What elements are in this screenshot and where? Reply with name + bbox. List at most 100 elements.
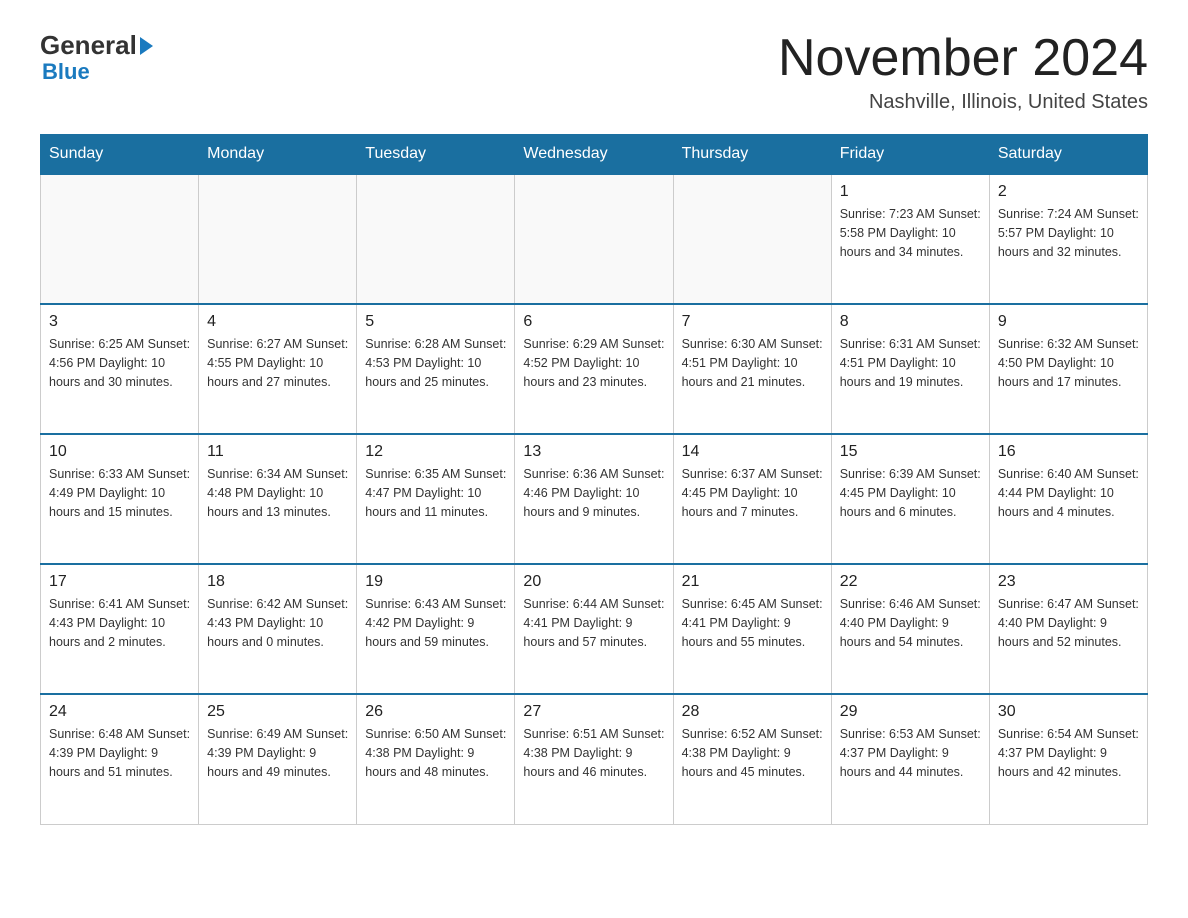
calendar-cell: 23 Sunrise: 6:47 AM Sunset: 4:40 PM Dayli… [989,564,1147,694]
day-number: 5 [365,313,506,331]
header-saturday: Saturday [989,135,1147,175]
calendar-cell: 20 Sunrise: 6:44 AM Sunset: 4:41 PM Dayli… [515,564,673,694]
day-number: 21 [682,573,823,591]
day-info: Sunrise: 6:44 AM Sunset: 4:41 PM Dayligh… [523,595,664,651]
day-number: 2 [998,183,1139,201]
calendar-week-1: 1 Sunrise: 7:23 AM Sunset: 5:58 PM Daylig… [41,174,1148,304]
logo-blue: Blue [42,59,90,85]
day-info: Sunrise: 6:25 AM Sunset: 4:56 PM Dayligh… [49,335,190,391]
calendar-cell [673,174,831,304]
day-info: Sunrise: 6:42 AM Sunset: 4:43 PM Dayligh… [207,595,348,651]
calendar-cell: 13 Sunrise: 6:36 AM Sunset: 4:46 PM Dayli… [515,434,673,564]
calendar-week-4: 17 Sunrise: 6:41 AM Sunset: 4:43 PM Dayli… [41,564,1148,694]
day-number: 20 [523,573,664,591]
day-info: Sunrise: 6:51 AM Sunset: 4:38 PM Dayligh… [523,725,664,781]
calendar-cell: 3Sunrise: 6:25 AM Sunset: 4:56 PM Daylig… [41,304,199,434]
day-info: Sunrise: 6:49 AM Sunset: 4:39 PM Dayligh… [207,725,348,781]
day-info: Sunrise: 6:28 AM Sunset: 4:53 PM Dayligh… [365,335,506,391]
day-info: Sunrise: 6:35 AM Sunset: 4:47 PM Dayligh… [365,465,506,521]
calendar-cell: 16 Sunrise: 6:40 AM Sunset: 4:44 PM Dayli… [989,434,1147,564]
day-number: 27 [523,703,664,721]
calendar-week-5: 24Sunrise: 6:48 AM Sunset: 4:39 PM Dayli… [41,694,1148,824]
day-info: Sunrise: 6:45 AM Sunset: 4:41 PM Dayligh… [682,595,823,651]
calendar-cell: 30 Sunrise: 6:54 AM Sunset: 4:37 PM Dayli… [989,694,1147,824]
day-info: Sunrise: 7:23 AM Sunset: 5:58 PM Dayligh… [840,205,981,261]
day-info: Sunrise: 6:50 AM Sunset: 4:38 PM Dayligh… [365,725,506,781]
day-number: 26 [365,703,506,721]
calendar-cell: 22 Sunrise: 6:46 AM Sunset: 4:40 PM Dayli… [831,564,989,694]
calendar-week-3: 10Sunrise: 6:33 AM Sunset: 4:49 PM Dayli… [41,434,1148,564]
calendar-cell: 9 Sunrise: 6:32 AM Sunset: 4:50 PM Daylig… [989,304,1147,434]
day-info: Sunrise: 6:39 AM Sunset: 4:45 PM Dayligh… [840,465,981,521]
calendar-week-2: 3Sunrise: 6:25 AM Sunset: 4:56 PM Daylig… [41,304,1148,434]
calendar-cell [515,174,673,304]
calendar-cell: 28Sunrise: 6:52 AM Sunset: 4:38 PM Dayli… [673,694,831,824]
calendar-cell: 19 Sunrise: 6:43 AM Sunset: 4:42 PM Dayli… [357,564,515,694]
day-info: Sunrise: 6:37 AM Sunset: 4:45 PM Dayligh… [682,465,823,521]
calendar-cell [199,174,357,304]
day-number: 30 [998,703,1139,721]
calendar-cell: 29Sunrise: 6:53 AM Sunset: 4:37 PM Dayli… [831,694,989,824]
day-info: Sunrise: 6:34 AM Sunset: 4:48 PM Dayligh… [207,465,348,521]
day-number: 1 [840,183,981,201]
day-info: Sunrise: 6:43 AM Sunset: 4:42 PM Dayligh… [365,595,506,651]
day-number: 16 [998,443,1139,461]
day-info: Sunrise: 6:48 AM Sunset: 4:39 PM Dayligh… [49,725,190,781]
day-info: Sunrise: 6:41 AM Sunset: 4:43 PM Dayligh… [49,595,190,651]
logo: General Blue [40,30,153,85]
calendar-header-row: SundayMondayTuesdayWednesdayThursdayFrid… [41,135,1148,175]
logo-arrow-icon [140,37,153,55]
calendar-cell: 12 Sunrise: 6:35 AM Sunset: 4:47 PM Dayli… [357,434,515,564]
calendar-cell: 10Sunrise: 6:33 AM Sunset: 4:49 PM Dayli… [41,434,199,564]
day-number: 25 [207,703,348,721]
header-wednesday: Wednesday [515,135,673,175]
day-number: 8 [840,313,981,331]
day-info: Sunrise: 6:47 AM Sunset: 4:40 PM Dayligh… [998,595,1139,651]
day-info: Sunrise: 6:29 AM Sunset: 4:52 PM Dayligh… [523,335,664,391]
day-info: Sunrise: 6:31 AM Sunset: 4:51 PM Dayligh… [840,335,981,391]
day-number: 4 [207,313,348,331]
day-number: 12 [365,443,506,461]
calendar-cell: 2 Sunrise: 7:24 AM Sunset: 5:57 PM Daylig… [989,174,1147,304]
day-number: 23 [998,573,1139,591]
calendar-cell [41,174,199,304]
calendar-cell: 27 Sunrise: 6:51 AM Sunset: 4:38 PM Dayli… [515,694,673,824]
calendar-cell: 5 Sunrise: 6:28 AM Sunset: 4:53 PM Daylig… [357,304,515,434]
day-number: 6 [523,313,664,331]
calendar-location: Nashville, Illinois, United States [778,91,1148,114]
calendar-cell: 6 Sunrise: 6:29 AM Sunset: 4:52 PM Daylig… [515,304,673,434]
header-tuesday: Tuesday [357,135,515,175]
calendar-cell [357,174,515,304]
calendar-cell: 24Sunrise: 6:48 AM Sunset: 4:39 PM Dayli… [41,694,199,824]
day-number: 22 [840,573,981,591]
calendar-cell: 18 Sunrise: 6:42 AM Sunset: 4:43 PM Dayli… [199,564,357,694]
day-info: Sunrise: 6:52 AM Sunset: 4:38 PM Dayligh… [682,725,823,781]
day-info: Sunrise: 7:24 AM Sunset: 5:57 PM Dayligh… [998,205,1139,261]
calendar-cell: 14 Sunrise: 6:37 AM Sunset: 4:45 PM Dayli… [673,434,831,564]
day-info: Sunrise: 6:33 AM Sunset: 4:49 PM Dayligh… [49,465,190,521]
day-info: Sunrise: 6:53 AM Sunset: 4:37 PM Dayligh… [840,725,981,781]
day-number: 13 [523,443,664,461]
day-number: 18 [207,573,348,591]
day-number: 19 [365,573,506,591]
header-thursday: Thursday [673,135,831,175]
calendar-cell: 1 Sunrise: 7:23 AM Sunset: 5:58 PM Daylig… [831,174,989,304]
day-info: Sunrise: 6:32 AM Sunset: 4:50 PM Dayligh… [998,335,1139,391]
day-info: Sunrise: 6:36 AM Sunset: 4:46 PM Dayligh… [523,465,664,521]
calendar-cell: 15 Sunrise: 6:39 AM Sunset: 4:45 PM Dayli… [831,434,989,564]
calendar-cell: 17 Sunrise: 6:41 AM Sunset: 4:43 PM Dayli… [41,564,199,694]
calendar-cell: 21 Sunrise: 6:45 AM Sunset: 4:41 PM Dayli… [673,564,831,694]
day-info: Sunrise: 6:46 AM Sunset: 4:40 PM Dayligh… [840,595,981,651]
day-info: Sunrise: 6:27 AM Sunset: 4:55 PM Dayligh… [207,335,348,391]
day-number: 14 [682,443,823,461]
calendar-cell: 11 Sunrise: 6:34 AM Sunset: 4:48 PM Dayli… [199,434,357,564]
day-number: 17 [49,573,190,591]
day-number: 15 [840,443,981,461]
day-number: 7 [682,313,823,331]
day-info: Sunrise: 6:54 AM Sunset: 4:37 PM Dayligh… [998,725,1139,781]
calendar-cell: 8 Sunrise: 6:31 AM Sunset: 4:51 PM Daylig… [831,304,989,434]
day-info: Sunrise: 6:40 AM Sunset: 4:44 PM Dayligh… [998,465,1139,521]
day-number: 11 [207,443,348,461]
day-number: 9 [998,313,1139,331]
calendar-cell: 7Sunrise: 6:30 AM Sunset: 4:51 PM Daylig… [673,304,831,434]
